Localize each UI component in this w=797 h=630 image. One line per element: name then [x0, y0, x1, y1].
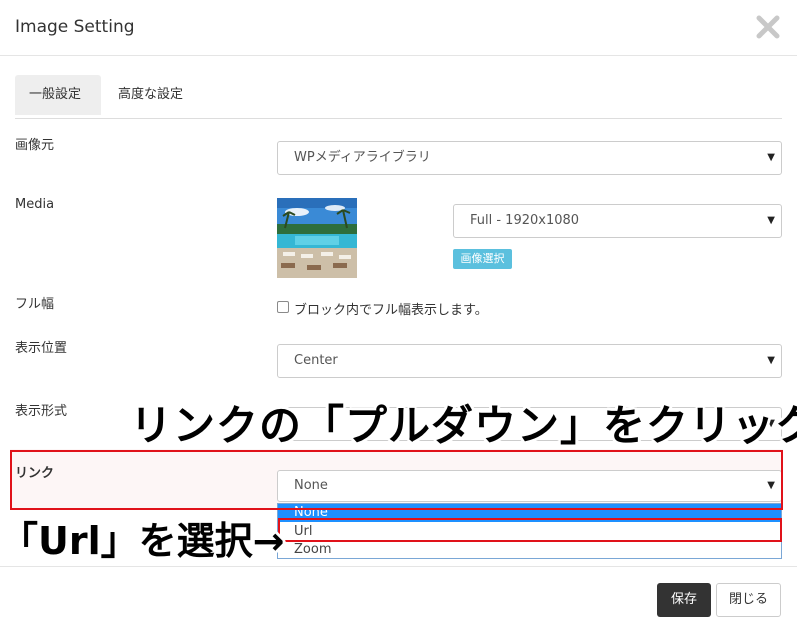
full-width-checkbox[interactable] — [277, 301, 289, 313]
close-icon[interactable] — [753, 12, 783, 42]
full-width-checkbox-label: ブロック内でフル幅表示します。 — [294, 303, 488, 318]
link-select[interactable]: None ▼ — [277, 470, 782, 502]
chevron-down-icon: ▼ — [767, 355, 775, 366]
position-label: 表示位置 — [15, 341, 68, 356]
dialog-header: Image Setting — [0, 0, 797, 56]
link-option-none[interactable]: None — [278, 504, 781, 522]
annotation-instruction-2: 「Url」を選択→ — [0, 519, 285, 563]
dialog-title: Image Setting — [15, 17, 135, 37]
select-image-button[interactable]: 画像選択 — [453, 249, 512, 269]
media-size-value: Full - 1920x1080 — [470, 213, 580, 228]
save-button[interactable]: 保存 — [657, 583, 711, 617]
tab-advanced[interactable]: 高度な設定 — [104, 75, 197, 115]
close-button[interactable]: 閉じる — [716, 583, 781, 617]
tab-general[interactable]: 一般設定 — [15, 75, 101, 115]
media-label: Media — [15, 197, 55, 212]
chevron-down-icon: ▼ — [767, 152, 775, 163]
media-size-select[interactable]: Full - 1920x1080 ▼ — [453, 204, 782, 238]
position-select[interactable]: Center ▼ — [277, 344, 782, 378]
tab-bar: 一般設定 高度な設定 — [15, 75, 782, 119]
link-label: リンク — [15, 466, 55, 481]
chevron-down-icon: ▼ — [767, 215, 775, 226]
display-format-label: 表示形式 — [15, 404, 68, 419]
full-width-label: フル幅 — [15, 297, 55, 312]
media-thumbnail — [277, 198, 357, 278]
source-select[interactable]: WPメディアライブラリ ▼ — [277, 141, 782, 175]
link-select-value: None — [294, 478, 328, 493]
link-option-url[interactable]: Url — [278, 523, 781, 541]
link-option-zoom[interactable]: Zoom — [278, 541, 781, 559]
source-select-value: WPメディアライブラリ — [294, 150, 431, 165]
annotation-instruction-1: リンクの「プルダウン」をクリック — [130, 401, 797, 450]
position-select-value: Center — [294, 353, 338, 368]
chevron-down-icon: ▼ — [767, 480, 775, 491]
source-label: 画像元 — [15, 138, 55, 153]
link-dropdown-list: None Url Zoom — [277, 503, 782, 559]
